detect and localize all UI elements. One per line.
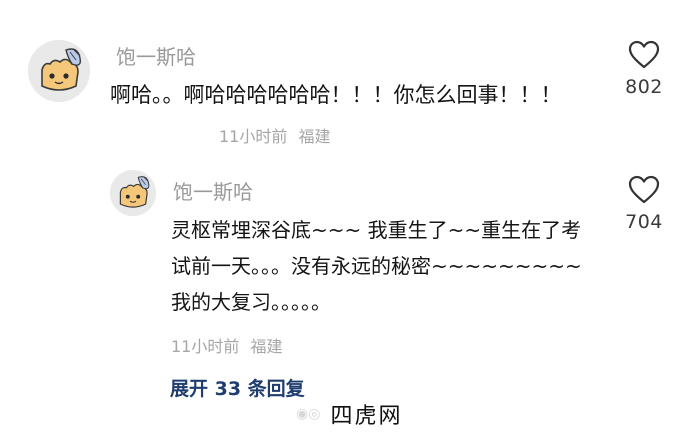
reply-avatar[interactable] [110, 170, 156, 216]
heart-outline-icon [628, 40, 660, 69]
reply-like-count: 704 [625, 211, 663, 233]
reply-username[interactable]: 饱一斯哈 [173, 176, 253, 205]
reply-location: 福建 [250, 337, 283, 356]
comment-like-button[interactable]: 802 [614, 40, 674, 98]
heart-outline-icon [628, 175, 660, 204]
comment-meta: 11小时前 福建 [219, 123, 330, 147]
cartoon-avatar-icon [110, 170, 156, 216]
comment-location: 福建 [298, 127, 331, 146]
cartoon-avatar-icon [28, 40, 90, 102]
reply-meta: 11小时前 福建 [171, 333, 282, 357]
comment-time: 11小时前 [219, 127, 288, 146]
reply-item: 饱一斯哈 灵枢常埋深谷底~~~ 我重生了~~重生在了考试前一天。。。没有永远的秘… [0, 160, 690, 370]
comment-avatar[interactable] [28, 40, 90, 102]
expand-replies-link[interactable]: 展开 33 条回复 [170, 374, 305, 401]
reply-like-button[interactable]: 704 [614, 175, 674, 233]
comment-text: 啊哈。。啊哈哈哈哈哈哈！！！你怎么回事！！！ [110, 83, 562, 107]
comment-like-count: 802 [625, 76, 663, 98]
weibo-logo-icon: ◉◎ [296, 406, 321, 422]
comment-username[interactable]: 饱一斯哈 [116, 41, 196, 70]
reply-text: 灵枢常埋深谷底~~~ 我重生了~~重生在了考试前一天。。。没有永远的秘密~~~~… [171, 218, 582, 314]
watermark: ◉◎ 四虎网 [296, 398, 409, 430]
reply-time: 11小时前 [171, 337, 240, 356]
watermark-text: 四虎网 [324, 398, 409, 430]
comment-item: 饱一斯哈 啊哈。。啊哈哈哈哈哈哈！！！你怎么回事！！！ 11小时前 福建 802 [0, 0, 690, 160]
